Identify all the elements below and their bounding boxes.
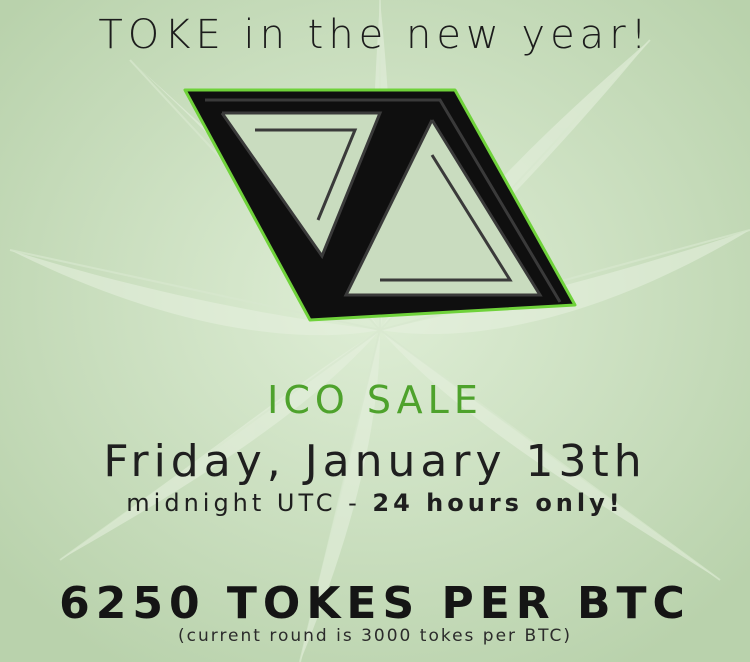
sale-time-emphasis: 24 hours only! — [372, 489, 624, 517]
ico-sale-title: ICO SALE — [267, 378, 483, 422]
impossible-triangle-logo-icon — [183, 88, 577, 322]
sale-time: midnight UTC - 24 hours only! — [0, 489, 750, 517]
sale-date: Friday, January 13th — [103, 436, 647, 487]
sale-time-prefix: midnight UTC - — [126, 489, 373, 517]
token-rate: 6250 TOKES PER BTC — [59, 578, 691, 629]
token-rate-note: (current round is 3000 tokes per BTC) — [178, 626, 572, 646]
